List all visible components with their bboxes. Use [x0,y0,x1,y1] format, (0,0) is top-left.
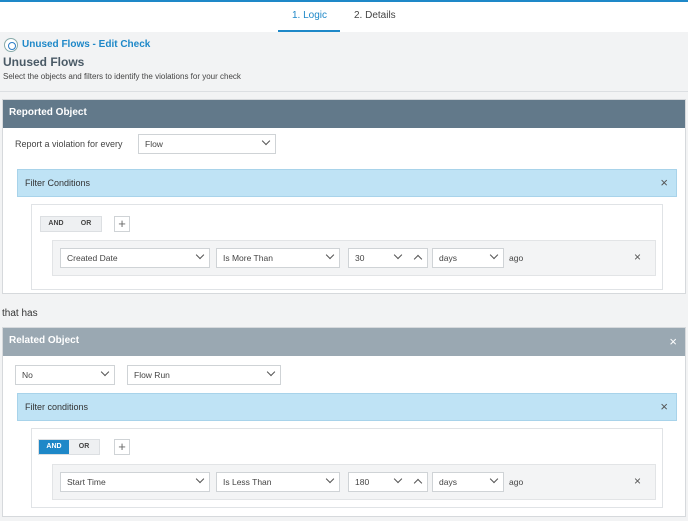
related-object-heading: Related Object [9,335,80,346]
related-filter-header: Filter conditions × [17,393,677,421]
chevron-down-icon [261,136,271,146]
chevron-down-icon [489,474,499,484]
flow-check-icon [4,38,18,52]
condition-field-value: Start Time [67,477,106,487]
breadcrumb[interactable]: Unused Flows - Edit Check [22,39,150,50]
chevron-down-icon [325,250,335,260]
chevron-down-icon [100,367,110,377]
related-object-panel: Related Object × No Flow Run Filter cond… [2,327,686,517]
chevron-down-icon [195,474,205,484]
related-condition-row: Start Time Is Less Than 180 days ago × [52,464,656,500]
condition-operator-value: Is Less Than [223,477,272,487]
chevron-down-icon [489,250,499,260]
condition-unit-select[interactable]: days [432,248,504,268]
violation-label: Report a violation for every [15,139,123,149]
or-button[interactable]: OR [69,440,99,454]
related-quantifier-value: No [22,370,33,380]
condition-field-select[interactable]: Start Time [60,472,210,492]
condition-amount-stepper[interactable]: 180 [348,472,428,492]
related-logic-toggle: AND OR [38,439,100,455]
tab-logic[interactable]: 1. Logic [292,10,327,21]
top-tab-bar: 1. Logic 2. Details [0,0,688,32]
condition-amount-value: 180 [355,477,370,487]
remove-condition-icon[interactable]: × [634,250,641,264]
page-header: Unused Flows - Edit Check Unused Flows S… [0,32,688,92]
add-condition-button[interactable]: + [114,216,130,232]
close-icon[interactable]: × [660,399,668,414]
connector-text: that has [2,308,38,319]
related-filter-heading: Filter conditions [25,402,89,412]
condition-operator-value: Is More Than [223,253,273,263]
header-divider [0,91,688,92]
condition-unit-value: days [439,253,457,263]
reported-object-select[interactable]: Flow [138,134,276,154]
chevron-down-icon[interactable] [393,474,403,484]
related-object-header: Related Object × [3,328,685,356]
chevron-down-icon [195,250,205,260]
condition-suffix: ago [509,477,524,487]
add-condition-button[interactable]: + [114,439,130,455]
reported-object-value: Flow [145,139,163,149]
condition-field-select[interactable]: Created Date [60,248,210,268]
tab-details[interactable]: 2. Details [354,10,396,21]
close-icon[interactable]: × [669,334,677,349]
condition-operator-select[interactable]: Is Less Than [216,472,340,492]
reported-filter-body: AND OR + Created Date Is More Than 30 da… [31,204,663,290]
chevron-up-icon[interactable] [413,254,423,264]
related-filter-body: AND OR + Start Time Is Less Than 180 day… [31,428,663,508]
condition-unit-select[interactable]: days [432,472,504,492]
chevron-down-icon[interactable] [393,250,403,260]
condition-amount-stepper[interactable]: 30 [348,248,428,268]
condition-amount-value: 30 [355,253,365,263]
page-subtitle: Select the objects and filters to identi… [3,72,241,81]
reported-filter-header: Filter Conditions × [17,169,677,197]
page-title: Unused Flows [3,55,85,69]
condition-suffix: ago [509,253,524,263]
reported-condition-row: Created Date Is More Than 30 days ago × [52,240,656,276]
condition-operator-select[interactable]: Is More Than [216,248,340,268]
reported-logic-toggle: AND OR [40,216,102,232]
reported-object-header: Reported Object [3,100,685,128]
reported-filter-heading: Filter Conditions [25,178,91,188]
and-button[interactable]: AND [41,217,71,231]
chevron-up-icon[interactable] [413,478,423,488]
and-button[interactable]: AND [39,440,69,454]
condition-unit-value: days [439,477,457,487]
close-icon[interactable]: × [660,175,668,190]
reported-object-heading: Reported Object [9,107,87,118]
related-object-select[interactable]: Flow Run [127,365,281,385]
related-quantifier-select[interactable]: No [15,365,115,385]
related-object-value: Flow Run [134,370,170,380]
condition-field-value: Created Date [67,253,118,263]
chevron-down-icon [266,367,276,377]
or-button[interactable]: OR [71,217,101,231]
reported-object-panel: Reported Object Report a violation for e… [2,99,686,294]
remove-condition-icon[interactable]: × [634,474,641,488]
chevron-down-icon [325,474,335,484]
